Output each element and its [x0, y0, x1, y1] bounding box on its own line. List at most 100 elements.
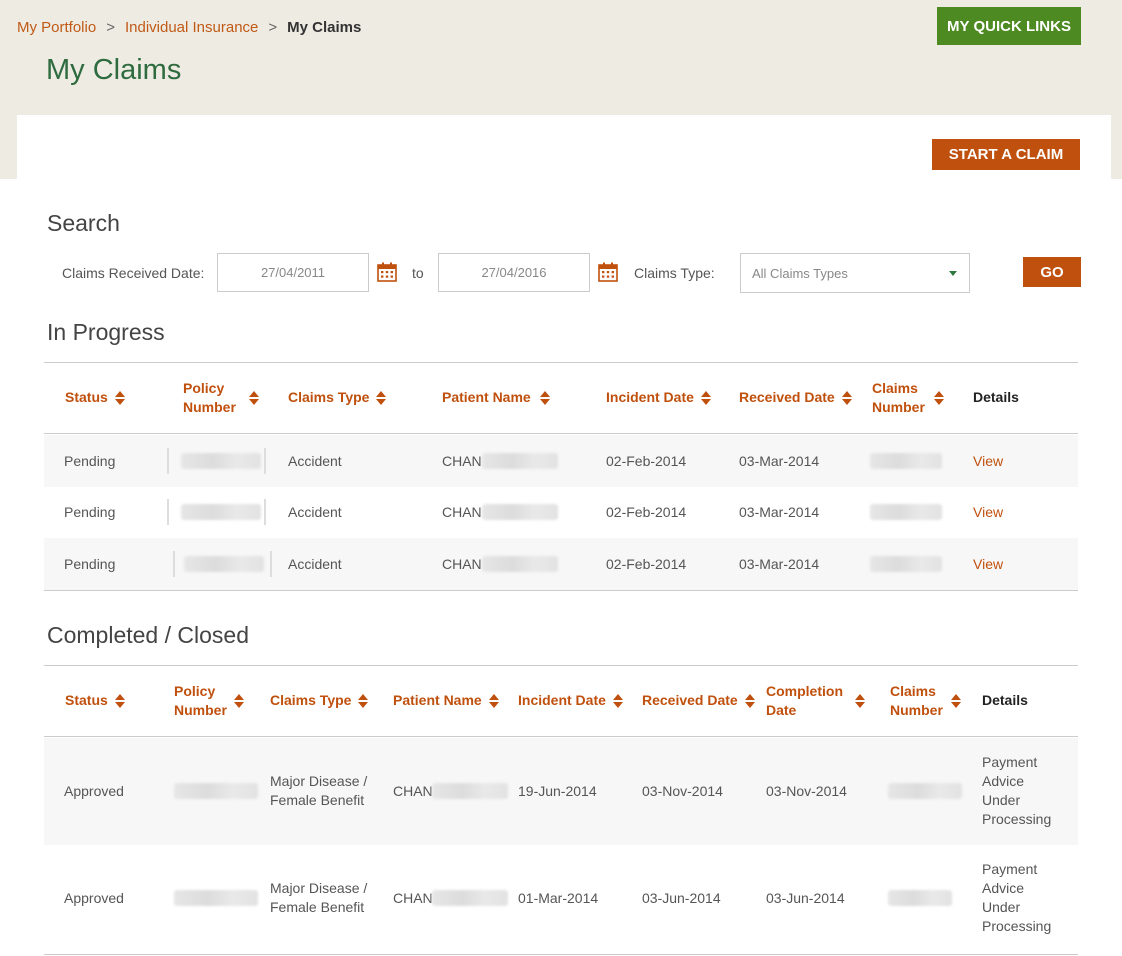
header-claims-line1: Claims — [890, 683, 936, 699]
sort-claims-number[interactable]: Claims Number — [872, 379, 944, 417]
sort-claims-number[interactable]: Claims Number — [890, 682, 961, 720]
cell-claims-type: Accident — [288, 504, 342, 520]
view-link[interactable]: View — [973, 503, 1003, 522]
to-label: to — [412, 265, 424, 281]
cell-details: Payment Advice Under Processing — [982, 753, 1051, 829]
go-button[interactable]: GO — [1023, 257, 1081, 287]
cell-patient-name: CHAN — [442, 453, 482, 469]
divider — [264, 448, 266, 474]
claims-type-label: Claims Type: — [634, 265, 715, 281]
cell-received-date: 03-Mar-2014 — [739, 556, 820, 572]
header-claims-type: Claims Type — [270, 692, 352, 708]
claims-type-line2: Female Benefit — [270, 792, 365, 808]
sort-received-date[interactable]: Received Date — [642, 691, 755, 710]
view-link[interactable]: View — [973, 555, 1003, 574]
cell-received-date: 03-Jun-2014 — [642, 890, 721, 906]
header-claims-line2: Number — [872, 399, 925, 415]
redacted-patient-name — [482, 556, 558, 572]
redacted-claims-number — [870, 504, 942, 520]
in-progress-section-title: In Progress — [47, 319, 165, 345]
breadcrumb-my-portfolio[interactable]: My Portfolio — [17, 19, 96, 36]
claims-type-line1: Major Disease / — [270, 773, 368, 789]
calendar-icon[interactable] — [598, 262, 618, 282]
sort-policy-number[interactable]: Policy Number — [174, 682, 244, 720]
details-line1: Payment — [982, 861, 1038, 877]
table-row: Approved Major Disease / Female Benefit C… — [44, 738, 1078, 845]
table-header: Status Policy Number Claims Type Patient … — [44, 665, 1078, 737]
calendar-icon[interactable] — [377, 262, 397, 282]
sort-incident-date[interactable]: Incident Date — [606, 388, 711, 407]
redacted-claims-number — [888, 783, 962, 799]
quick-links-button[interactable]: MY QUICK LINKS — [937, 7, 1081, 45]
table-row: Pending Accident CHAN 02-Feb-2014 03-Mar… — [44, 538, 1078, 590]
sort-status[interactable]: Status — [65, 691, 125, 710]
redacted-patient-name — [432, 783, 508, 799]
header-policy-number: Policy Number — [174, 682, 227, 720]
cell-incident-date: 02-Feb-2014 — [606, 556, 687, 572]
sort-claims-type[interactable]: Claims Type — [270, 691, 369, 710]
sort-claims-type[interactable]: Claims Type — [288, 388, 387, 407]
cell-status: Pending — [64, 453, 116, 469]
cell-details: Payment Advice Under Processing — [982, 860, 1051, 936]
sort-patient-name[interactable]: Patient Name — [393, 691, 499, 710]
redacted-policy-number — [181, 453, 261, 469]
sort-icon — [233, 694, 244, 708]
header-policy-number: Policy Number — [183, 379, 236, 417]
details-line2: Advice — [982, 880, 1025, 896]
header-details: Details — [973, 389, 1019, 405]
redacted-policy-number — [181, 504, 261, 520]
details-line3: Under — [982, 899, 1021, 915]
redacted-claims-number — [870, 556, 942, 572]
header-claims-line2: Number — [890, 702, 943, 718]
cell-incident-date: 02-Feb-2014 — [606, 504, 687, 520]
from-date-input[interactable] — [217, 253, 369, 292]
table-bottom-border — [44, 954, 1078, 955]
sort-policy-number[interactable]: Policy Number — [183, 379, 259, 417]
table-header: Status Policy Number Claims Type Patient … — [44, 362, 1078, 434]
header-policy-line2: Number — [183, 399, 236, 415]
cell-status: Pending — [64, 556, 116, 572]
redacted-patient-name — [432, 890, 508, 906]
header-patient-name: Patient Name — [442, 389, 531, 405]
header-claims-line1: Claims — [872, 380, 918, 396]
sort-icon — [855, 694, 865, 708]
divider — [270, 551, 272, 577]
cell-incident-date: 02-Feb-2014 — [606, 453, 687, 469]
redacted-policy-number — [174, 783, 258, 799]
claims-type-selected: All Claims Types — [752, 265, 848, 281]
cell-claims-type: Major Disease / Female Benefit — [270, 772, 367, 810]
details-line1: Payment — [982, 754, 1038, 770]
sort-icon — [376, 390, 387, 405]
in-progress-table: Status Policy Number Claims Type Patient … — [44, 362, 1078, 591]
to-date-input[interactable] — [438, 253, 590, 292]
sort-received-date[interactable]: Received Date — [739, 388, 852, 407]
claims-type-select[interactable]: All Claims Types — [740, 253, 970, 293]
divider — [167, 499, 169, 525]
sort-patient-name[interactable]: Patient Name — [442, 388, 550, 407]
start-claim-button[interactable]: START A CLAIM — [932, 139, 1080, 170]
sort-icon — [488, 693, 499, 708]
breadcrumb-separator: > — [106, 19, 115, 36]
header-received-date: Received Date — [739, 389, 835, 405]
sort-icon — [114, 693, 125, 708]
view-link[interactable]: View — [973, 452, 1003, 471]
claims-type-line2: Female Benefit — [270, 899, 365, 915]
redacted-claims-number — [888, 890, 952, 906]
details-line4: Processing — [982, 811, 1052, 827]
breadcrumb-individual-insurance[interactable]: Individual Insurance — [125, 19, 258, 36]
sort-completion-date[interactable]: Completion Date — [766, 682, 865, 720]
details-line3: Under — [982, 792, 1021, 808]
details-line2: Advice — [982, 773, 1025, 789]
search-section-title: Search — [47, 210, 120, 236]
header-claims-type: Claims Type — [288, 389, 370, 405]
header-received-date: Received Date — [642, 692, 738, 708]
cell-status: Approved — [64, 783, 124, 799]
cell-patient-name: CHAN — [393, 890, 433, 906]
sort-status[interactable]: Status — [65, 388, 125, 407]
sort-icon — [358, 693, 369, 708]
completed-table: Status Policy Number Claims Type Patient … — [44, 665, 1078, 956]
sort-incident-date[interactable]: Incident Date — [518, 691, 623, 710]
redacted-patient-name — [482, 453, 558, 469]
redacted-policy-number — [184, 556, 264, 572]
sort-icon — [950, 694, 961, 708]
